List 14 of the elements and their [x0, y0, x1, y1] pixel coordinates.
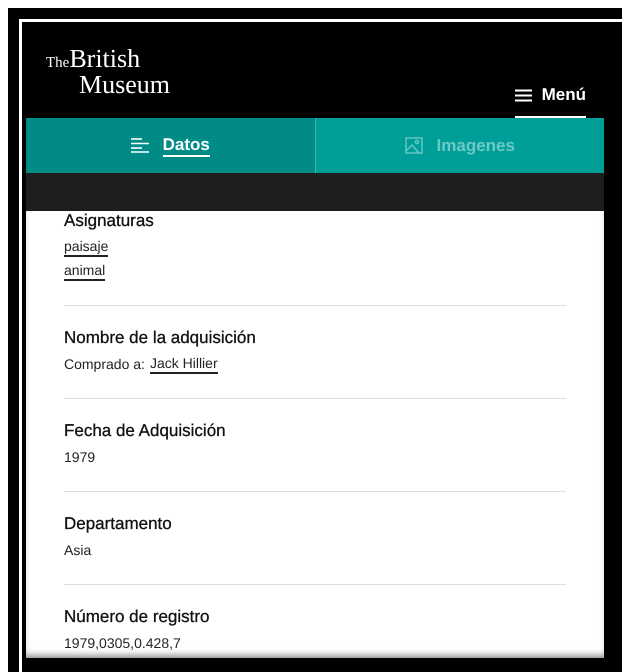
- field-value: 1979,0305,0.428,7: [64, 634, 181, 653]
- field-heading: Departamento: [64, 514, 173, 534]
- museum-logo[interactable]: TheBritish Museum: [46, 48, 170, 96]
- field-heading: Asignaturas: [64, 211, 155, 231]
- tab[interactable]: Datos: [26, 118, 314, 173]
- field-value: 1979: [64, 448, 96, 467]
- field-value: Asia: [64, 541, 92, 560]
- field-heading: Número de registro: [64, 607, 211, 627]
- field-heading: Fecha de Adquisición: [64, 421, 227, 441]
- value-link[interactable]: Jack Hillier: [150, 354, 218, 374]
- value-link[interactable]: paisaje: [64, 238, 108, 256]
- field-value: Comprado a:: [64, 355, 145, 374]
- value-link[interactable]: animal: [64, 262, 106, 280]
- field-heading: Nombre de la adquisición: [64, 328, 257, 348]
